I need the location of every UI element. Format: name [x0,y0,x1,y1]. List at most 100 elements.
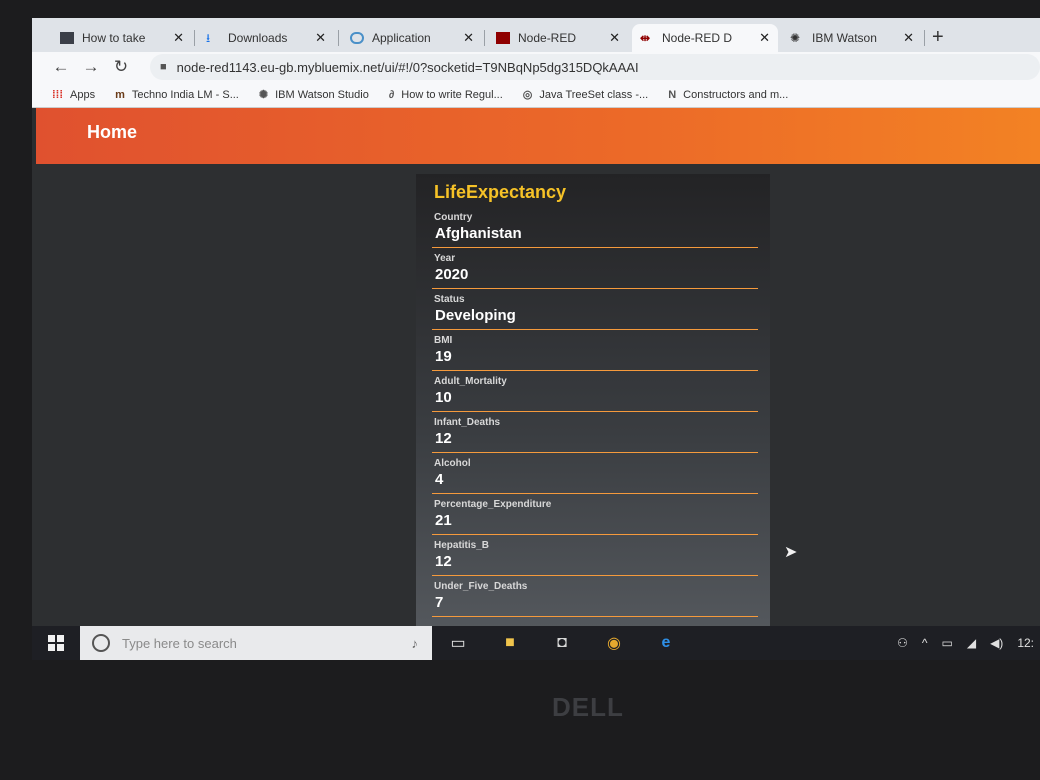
cortana-icon [92,634,110,652]
wifi-icon[interactable]: ◢ [967,636,976,650]
dashboard-content: LifeExpectancy Country Afghanistan Year … [32,164,1040,644]
card-title: LifeExpectancy [434,182,567,202]
mouse-cursor-icon: ➤ [784,544,798,561]
new-tab-button[interactable]: + [932,26,944,49]
laptop-bezel: How to take ✕ ⭳ Downloads ✕ Application … [0,0,1040,780]
reload-icon[interactable]: ↻ [106,57,136,77]
close-icon[interactable]: ✕ [173,30,184,46]
people-icon[interactable]: ⚇ [897,636,908,650]
file-explorer-icon[interactable]: ■ [484,626,536,660]
bookmark-techno-india[interactable]: m Techno India LM - S... [115,89,239,101]
bookmark-label: IBM Watson Studio [275,88,369,101]
tab-node-red[interactable]: Node-RED ✕ [488,24,628,52]
chrome-icon[interactable]: ◉ [588,626,640,660]
tab-node-red-dashboard[interactable]: ⇹ Node-RED D ✕ [632,24,778,52]
tab-label: IBM Watson [812,31,877,45]
microphone-icon[interactable]: ♪ [412,636,419,651]
node-red-icon [496,32,510,44]
tm-icon: m [115,88,125,101]
field-value: 12 [435,553,452,570]
back-arrow-icon[interactable]: ← [46,57,76,77]
search-placeholder: Type here to search [122,635,237,651]
field-label: Under_Five_Deaths [434,581,528,592]
bmi-field[interactable]: BMI 19 [432,331,758,371]
edge-icon[interactable]: e [640,626,692,660]
close-icon[interactable]: ✕ [463,30,474,46]
app-icon [60,32,74,44]
n-icon: N [668,88,677,101]
tab-downloads[interactable]: ⭳ Downloads ✕ [198,24,334,52]
field-value: 4 [435,471,444,488]
field-label: Adult_Mortality [434,376,507,387]
bookmark-label: How to write Regul... [401,88,503,101]
edge-bookmark-icon: ◎ [522,89,533,101]
field-label: Status [434,294,465,305]
field-value: 12 [435,430,452,447]
start-button[interactable] [32,626,80,660]
close-icon[interactable]: ✕ [315,30,326,46]
field-value: Developing [435,307,516,324]
bookmark-java-treeset[interactable]: ◎ Java TreeSet class -... [522,88,649,102]
lock-icon: ■ [160,61,167,73]
store-icon[interactable]: ◘ [536,626,588,660]
tab-application[interactable]: Application ✕ [342,24,482,52]
percentage-expenditure-field[interactable]: Percentage_Expenditure 21 [432,495,758,535]
tab-strip: How to take ✕ ⭳ Downloads ✕ Application … [32,18,1040,52]
tab-separator [194,30,195,46]
node-red-icon: ⇹ [640,31,651,45]
url-input[interactable]: ■ node-red1143.eu-gb.mybluemix.net/ui/#!… [150,54,1040,80]
field-label: Year [434,253,456,264]
forward-arrow-icon[interactable]: → [76,57,106,77]
download-icon: ⭳ [206,31,211,45]
dashboard-header: Home [36,108,1040,164]
bookmark-constructors[interactable]: N Constructors and m... [668,89,788,101]
year-field[interactable]: Year 2020 [432,249,758,289]
clock[interactable]: 12: [1017,636,1034,650]
page-title: Home [87,122,138,142]
tab-label: Node-RED D [662,31,733,45]
field-value: 10 [435,389,452,406]
field-label: Percentage_Expenditure [434,499,552,510]
adult-mortality-field[interactable]: Adult_Mortality 10 [432,372,758,412]
tab-ibm-watson[interactable]: ✺ IBM Watson ✕ [782,24,922,52]
windows-logo-icon [48,635,64,651]
infant-deaths-field[interactable]: Infant_Deaths 12 [432,413,758,453]
close-icon[interactable]: ✕ [759,30,770,46]
bookmarks-bar: ⁞⁞⁞ Apps m Techno India LM - S... ✺ IBM Wat… [32,82,1040,108]
bookmark-ibm-watson-studio[interactable]: ✺ IBM Watson Studio [258,88,369,102]
bookmark-apps[interactable]: ⁞⁞⁞ Apps [52,89,95,101]
close-icon[interactable]: ✕ [903,30,914,46]
field-label: Hepatitis_B [434,540,490,551]
field-value: 19 [435,348,452,365]
status-field[interactable]: Status Developing [432,290,758,330]
tab-how-to-take[interactable]: How to take ✕ [52,24,192,52]
hepatitis-b-field[interactable]: Hepatitis_B 12 [432,536,758,576]
country-field[interactable]: Country Afghanistan [432,208,758,248]
volume-icon[interactable]: ◀) [990,636,1003,650]
field-label: BMI [434,335,453,346]
tab-separator [924,30,925,46]
url-text: node-red1143.eu-gb.mybluemix.net/ui/#!/0… [176,59,639,75]
screen: How to take ✕ ⭳ Downloads ✕ Application … [32,18,1040,660]
tab-label: Application [372,31,431,45]
watson-icon: ✺ [258,89,269,101]
field-value: Afghanistan [435,225,522,242]
system-tray: ⚇ ^ ▭ ◢ ◀) 12: [883,636,1040,650]
under-five-deaths-field[interactable]: Under_Five_Deaths 7 [432,577,758,617]
taskbar-search-box[interactable]: Type here to search ♪ [80,626,432,660]
task-view-icon[interactable]: ▭ [432,626,484,660]
tab-label: Downloads [228,31,288,45]
dg-icon: ∂ [388,88,395,101]
windows-taskbar: Type here to search ♪ ▭ ■ ◘ ◉ e ⚇ ^ ▭ ◢ … [32,626,1040,660]
alcohol-field[interactable]: Alcohol 4 [432,454,758,494]
life-expectancy-card: LifeExpectancy Country Afghanistan Year … [416,174,770,644]
bookmark-regex[interactable]: ∂ How to write Regul... [389,89,503,101]
bookmark-label: Apps [70,88,96,101]
tab-separator [484,30,485,46]
close-icon[interactable]: ✕ [609,30,620,46]
chevron-up-icon[interactable]: ^ [922,636,928,650]
address-bar: ← → ↻ ■ node-red1143.eu-gb.mybluemix.net… [32,52,1040,82]
bookmark-label: Java TreeSet class -... [539,88,649,101]
battery-icon[interactable]: ▭ [942,636,953,650]
watson-icon: ✺ [790,31,801,45]
